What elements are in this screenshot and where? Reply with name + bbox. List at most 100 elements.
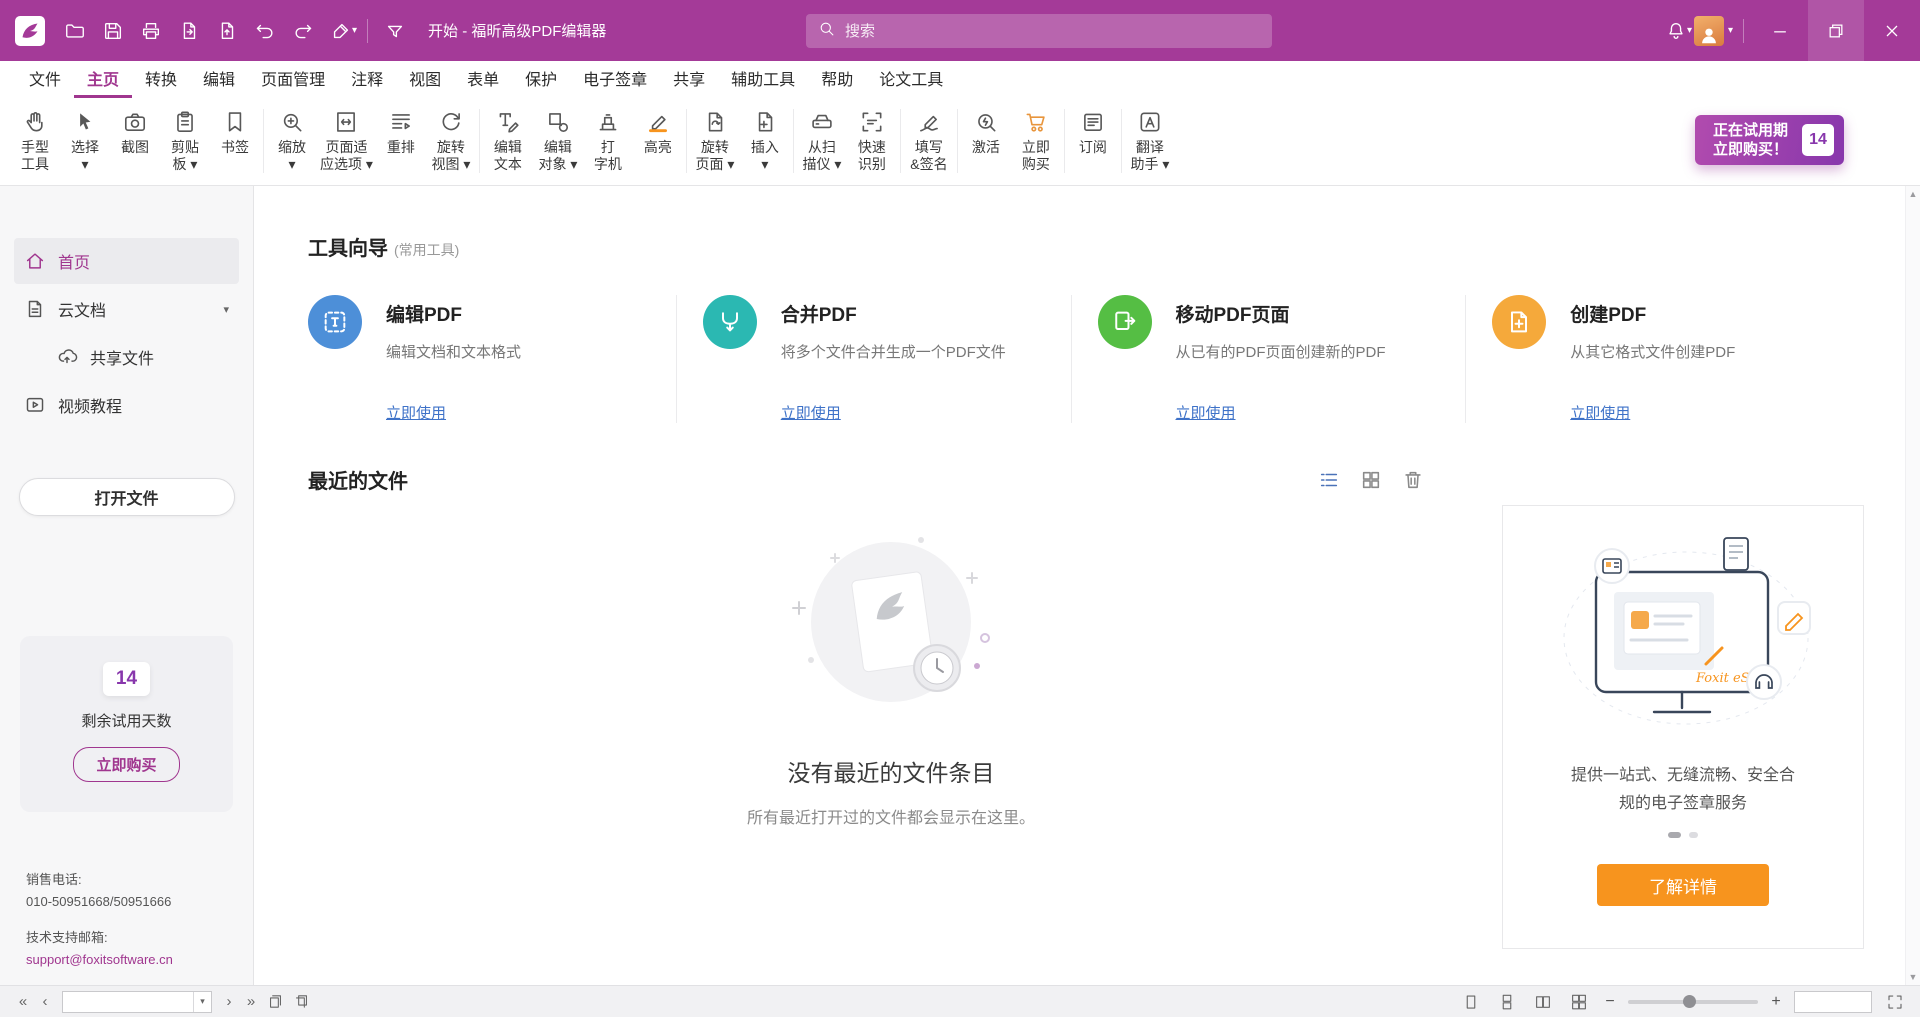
notifications-caret-icon[interactable]: ▾ — [1687, 25, 1692, 36]
minimize-button[interactable] — [1752, 0, 1808, 61]
ribbon-tool-quick-ocr[interactable]: 快速识别 — [847, 103, 897, 175]
next-page-icon[interactable]: › — [218, 993, 240, 1010]
carousel-dot[interactable] — [1689, 832, 1698, 838]
tool-label: 重排 — [387, 139, 415, 156]
ribbon-tool-rotate-pages[interactable]: 旋转页面 ▾ — [690, 103, 740, 175]
continuous-view-icon[interactable] — [1494, 993, 1520, 1011]
page-dropdown-caret-icon[interactable]: ▾ — [193, 992, 211, 1012]
trial-purchase-badge[interactable]: 正在试用期 立即购买！ 14 — [1695, 115, 1844, 165]
ribbon-tool-fit-page-options[interactable]: 页面适应选项 ▾ — [317, 103, 376, 175]
first-page-icon[interactable]: « — [12, 993, 34, 1010]
use-now-link[interactable]: 立即使用 — [1570, 402, 1630, 423]
zoom-slider-thumb[interactable] — [1683, 995, 1696, 1008]
carousel-dot-active[interactable] — [1668, 832, 1681, 838]
print-icon[interactable] — [132, 10, 170, 52]
chevron-down-icon[interactable]: ▾ — [223, 303, 229, 316]
menu-paper-tools[interactable]: 论文工具 — [866, 61, 956, 98]
menu-comment[interactable]: 注释 — [338, 61, 396, 98]
save-icon[interactable] — [94, 10, 132, 52]
trash-icon[interactable] — [1402, 469, 1424, 491]
scroll-up-icon[interactable]: ▲ — [1909, 189, 1918, 199]
facing-continuous-view-icon[interactable] — [1566, 993, 1592, 1011]
collapse-ribbon-icon[interactable] — [376, 10, 414, 52]
menu-share[interactable]: 共享 — [660, 61, 718, 98]
ribbon-tool-hand[interactable]: 手型工具 — [10, 103, 60, 175]
next-view-icon[interactable] — [288, 993, 314, 1010]
ribbon-tool-buy-now[interactable]: 立即购买 — [1011, 103, 1061, 175]
ribbon-tool-clipboard[interactable]: 剪贴板 ▾ — [160, 103, 210, 175]
redo-icon[interactable] — [284, 10, 322, 52]
support-email-link[interactable]: support@foxitsoftware.cn — [26, 949, 253, 971]
ribbon-tool-subscribe[interactable]: 订阅 — [1068, 103, 1118, 158]
ribbon-tool-snapshot[interactable]: 截图 — [110, 103, 160, 158]
buy-now-button[interactable]: 立即购买 — [73, 747, 179, 782]
previous-page-icon[interactable]: ‹ — [34, 993, 56, 1010]
menu-form[interactable]: 表单 — [454, 61, 512, 98]
menu-accessibility[interactable]: 辅助工具 — [718, 61, 808, 98]
single-page-view-icon[interactable] — [1458, 993, 1484, 1011]
use-now-link[interactable]: 立即使用 — [386, 402, 446, 423]
open-folder-icon[interactable] — [56, 10, 94, 52]
menu-protect[interactable]: 保护 — [512, 61, 570, 98]
use-now-link[interactable]: 立即使用 — [1176, 402, 1236, 423]
menu-edit[interactable]: 编辑 — [190, 61, 248, 98]
account-caret-icon[interactable]: ▾ — [1728, 25, 1733, 36]
empty-state-description: 所有最近打开过的文件都会显示在这里。 — [747, 804, 1035, 828]
zoom-slider[interactable] — [1628, 1000, 1758, 1004]
previous-view-icon[interactable] — [262, 993, 288, 1010]
learn-more-button[interactable]: 了解详情 — [1597, 864, 1769, 906]
scroll-down-icon[interactable]: ▼ — [1909, 972, 1918, 982]
last-page-icon[interactable]: » — [240, 993, 262, 1010]
ribbon-tool-reflow[interactable]: 重排 — [376, 103, 426, 158]
empty-state-title: 没有最近的文件条目 — [788, 754, 995, 788]
ribbon-tool-translate-assistant[interactable]: 翻译助手 ▾ — [1125, 103, 1175, 175]
menu-page-organize[interactable]: 页面管理 — [248, 61, 338, 98]
ribbon-tool-zoom[interactable]: 缩放▾ — [267, 103, 317, 175]
fit-screen-icon[interactable] — [1882, 993, 1908, 1011]
close-button[interactable] — [1864, 0, 1920, 61]
sign-dropdown-caret-icon[interactable]: ▾ — [352, 25, 357, 36]
zoom-level-input[interactable] — [1795, 992, 1871, 1012]
search-input[interactable] — [845, 23, 1260, 40]
sidebar-item-shared-files[interactable]: 共享文件 — [14, 334, 239, 380]
menu-help[interactable]: 帮助 — [808, 61, 866, 98]
open-file-button[interactable]: 打开文件 — [19, 478, 235, 516]
ribbon-tool-activate[interactable]: 激活 — [961, 103, 1011, 158]
ribbon-tool-fill-sign[interactable]: 填写&签名 — [904, 103, 954, 175]
page-number-input[interactable] — [63, 994, 193, 1009]
search-box[interactable] — [806, 14, 1272, 48]
tool-label: 从扫 — [808, 139, 836, 156]
ribbon-tool-typewriter[interactable]: 打字机 — [583, 103, 633, 175]
ribbon-tool-from-scanner[interactable]: 从扫描仪 ▾ — [797, 103, 847, 175]
vertical-scrollbar[interactable]: ▲ ▼ — [1905, 186, 1920, 985]
restore-button[interactable] — [1808, 0, 1864, 61]
grid-view-icon[interactable] — [1360, 469, 1382, 491]
menu-esign[interactable]: 电子签章 — [570, 61, 660, 98]
share-doc-icon[interactable] — [170, 10, 208, 52]
sidebar-item-home[interactable]: 首页 — [14, 238, 239, 284]
sidebar-item-video-tutorials[interactable]: 视频教程 — [14, 382, 239, 428]
use-now-link[interactable]: 立即使用 — [781, 402, 841, 423]
ribbon-tool-highlight[interactable]: 高亮 — [633, 103, 683, 158]
zoom-in-icon[interactable]: + — [1768, 993, 1784, 1011]
menu-convert[interactable]: 转换 — [132, 61, 190, 98]
ribbon-tool-insert[interactable]: 插入▾ — [740, 103, 790, 175]
facing-view-icon[interactable] — [1530, 993, 1556, 1011]
export-doc-icon[interactable] — [208, 10, 246, 52]
menu-view[interactable]: 视图 — [396, 61, 454, 98]
zoom-out-icon[interactable]: − — [1602, 993, 1618, 1011]
tool-wizard-title: 工具向导 — [308, 232, 388, 261]
ribbon-tool-bookmark[interactable]: 书签 — [210, 103, 260, 158]
list-view-icon[interactable] — [1318, 469, 1340, 491]
menu-file[interactable]: 文件 — [16, 61, 74, 98]
ribbon-tool-rotate-view[interactable]: 旋转视图 ▾ — [426, 103, 476, 175]
ribbon-tool-edit-object[interactable]: 编辑对象 ▾ — [533, 103, 583, 175]
avatar[interactable] — [1694, 16, 1724, 46]
ribbon-tool-edit-text[interactable]: 编辑文本 — [483, 103, 533, 175]
menu-home[interactable]: 主页 — [74, 61, 132, 98]
page-number-combobox[interactable]: ▾ — [62, 991, 212, 1013]
zoom-level-box[interactable] — [1794, 991, 1872, 1013]
ribbon-tool-select[interactable]: 选择▾ — [60, 103, 110, 175]
sidebar-item-cloud-docs[interactable]: 云文档 ▾ — [14, 286, 239, 332]
undo-icon[interactable] — [246, 10, 284, 52]
